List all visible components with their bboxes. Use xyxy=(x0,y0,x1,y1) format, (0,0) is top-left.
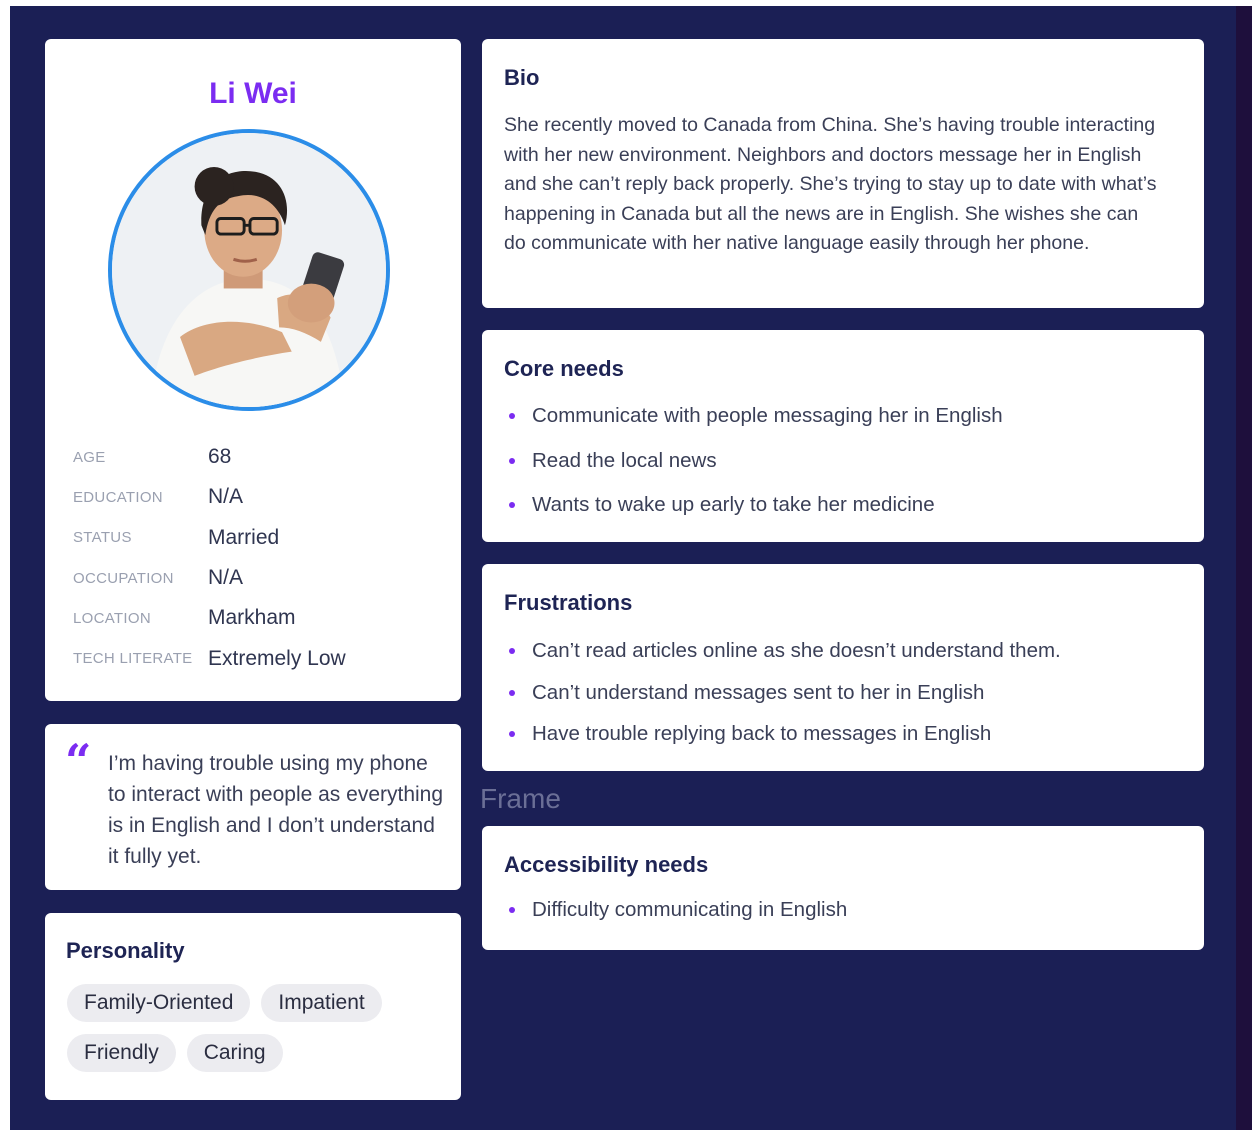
section-title: Personality xyxy=(66,938,185,963)
list-item: Can’t understand messages sent to her in… xyxy=(506,679,1186,721)
list-item: Have trouble replying back to messages i… xyxy=(506,720,1186,762)
fact-row-education: EDUCATION N/A xyxy=(73,477,433,517)
personality-tag: Family-Oriented xyxy=(67,984,251,1022)
fact-value: Extremely Low xyxy=(208,646,346,670)
fact-row-occupation: OCCUPATION N/A xyxy=(73,558,433,598)
list-item: Can’t read articles online as she doesn’… xyxy=(506,637,1186,679)
frustrations-list: Can’t read articles online as she doesn’… xyxy=(506,637,1186,762)
list-item: Read the local news xyxy=(506,447,1186,492)
section-title: Bio xyxy=(504,65,540,90)
section-title: Accessibility needs xyxy=(504,852,709,877)
fact-row-age: AGE 68 xyxy=(73,437,433,477)
personality-tag: Caring xyxy=(186,1034,283,1072)
fact-label: TECH LITERATE xyxy=(73,650,193,668)
profile-card: Li Wei AGE 68 EDUCATION N/A STATUS Marri… xyxy=(45,39,461,701)
avatar-photo xyxy=(112,133,386,407)
quote-icon: “ xyxy=(65,734,92,788)
fact-row-location: LOCATION Markham xyxy=(73,598,433,638)
section-title: Frustrations xyxy=(504,590,633,615)
core-needs-list: Communicate with people messaging her in… xyxy=(506,402,1186,536)
section-title: Core needs xyxy=(504,356,624,381)
accessibility-needs-card: Accessibility needs Difficulty communica… xyxy=(482,826,1204,950)
bio-card: Bio She recently moved to Canada from Ch… xyxy=(482,39,1204,308)
quote-card: “ I’m having trouble using my phone to i… xyxy=(45,724,461,890)
fact-value: Married xyxy=(208,525,280,549)
personality-tag: Friendly xyxy=(67,1034,176,1072)
fact-label: LOCATION xyxy=(73,609,151,627)
list-item: Wants to wake up early to take her medic… xyxy=(506,491,1186,536)
bio-text: She recently moved to Canada from China.… xyxy=(504,114,1157,255)
fact-value: N/A xyxy=(208,485,244,509)
list-item: Difficulty communicating in English xyxy=(506,896,1186,924)
frustrations-card: Frustrations Can’t read articles online … xyxy=(482,564,1204,771)
fact-label: OCCUPATION xyxy=(73,569,174,587)
fact-row-status: STATUS Married xyxy=(73,518,433,558)
persona-facts: AGE 68 EDUCATION N/A STATUS Married OCCU… xyxy=(73,437,433,679)
persona-name: Li Wei xyxy=(209,77,297,110)
personality-tag: Impatient xyxy=(261,984,382,1022)
avatar xyxy=(108,129,390,411)
fact-value: N/A xyxy=(208,566,244,590)
fact-label: STATUS xyxy=(73,529,132,547)
fact-value: Markham xyxy=(208,606,296,630)
accessibility-needs-list: Difficulty communicating in English xyxy=(506,896,1186,924)
list-item: Communicate with people messaging her in… xyxy=(506,402,1186,447)
core-needs-card: Core needs Communicate with people messa… xyxy=(482,330,1204,542)
quote-text: I’m having trouble using my phone to int… xyxy=(108,752,444,868)
frame-label: Frame xyxy=(480,783,561,814)
canvas-edge xyxy=(1236,6,1252,1130)
fact-value: 68 xyxy=(208,445,232,469)
fact-row-tech-literate: TECH LITERATE Extremely Low xyxy=(73,638,433,678)
personality-card: Personality Family-Oriented Impatient Fr… xyxy=(45,913,461,1100)
fact-label: AGE xyxy=(73,448,106,466)
fact-label: EDUCATION xyxy=(73,488,163,506)
personality-tags: Family-Oriented Impatient Friendly Carin… xyxy=(67,984,447,1072)
